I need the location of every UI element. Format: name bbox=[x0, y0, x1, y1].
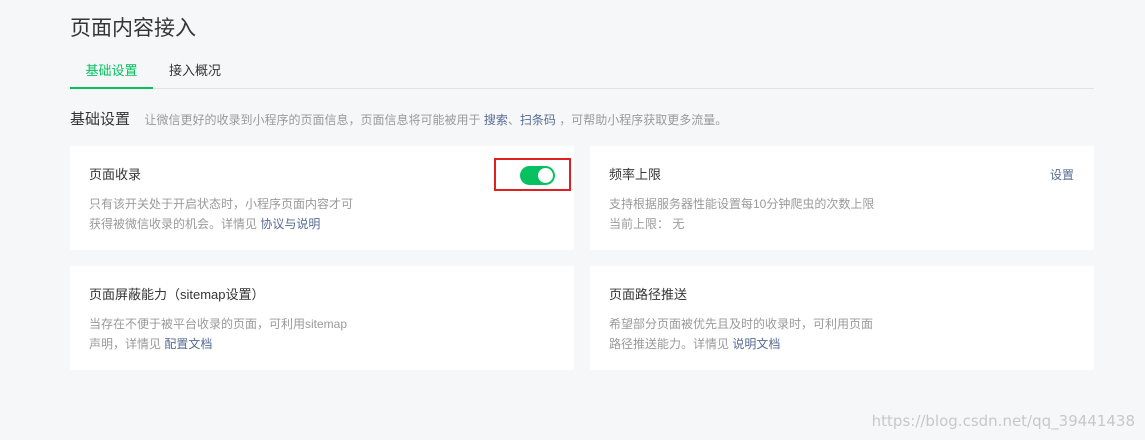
rate-limit-settings-button[interactable]: 设置 bbox=[1050, 166, 1074, 183]
config-doc-link[interactable]: 配置文档 bbox=[164, 337, 212, 351]
page-index-desc-line2-wrap: 获得被微信收录的机会。详情见 协议与说明 bbox=[89, 214, 369, 234]
highlight-annotation-box bbox=[494, 158, 571, 191]
path-push-desc-line2: 路径推送能力。详情见 bbox=[609, 337, 730, 351]
tab-bar: 基础设置 接入概况 bbox=[70, 60, 1094, 89]
protocol-link[interactable]: 协议与说明 bbox=[260, 217, 320, 231]
sitemap-desc-line2: 声明，详情见 bbox=[89, 337, 162, 351]
sitemap-description: 当存在不便于被平台收录的页面，可利用sitemap 声明，详情见 配置文档 bbox=[89, 314, 369, 354]
sitemap-desc-line2-wrap: 声明，详情见 配置文档 bbox=[89, 334, 369, 354]
section-desc-suffix: ，可帮助小程序获取更多流量。 bbox=[559, 113, 728, 127]
tab-basic-settings[interactable]: 基础设置 bbox=[70, 60, 153, 89]
section-desc-prefix: 让微信更好的收录到小程序的页面信息，页面信息将可能被用于 bbox=[144, 113, 481, 127]
section-desc-sep: 、 bbox=[507, 113, 520, 127]
scan-code-link[interactable]: 扫条码 bbox=[520, 113, 556, 127]
tab-access-overview[interactable]: 接入概况 bbox=[169, 60, 221, 87]
section-header: 基础设置 让微信更好的收录到小程序的页面信息，页面信息将可能被用于 搜索、扫条码… bbox=[70, 108, 727, 129]
page-index-description: 只有该开关处于开启状态时，小程序页面内容才可 获得被微信收录的机会。详情见 协议… bbox=[89, 194, 369, 234]
path-push-desc-line1: 希望部分页面被优先且及时的收录时，可利用页面 bbox=[609, 317, 874, 331]
explain-doc-link[interactable]: 说明文档 bbox=[732, 337, 780, 351]
rate-limit-description: 支持根据服务器性能设置每10分钟爬虫的次数上限 当前上限： 无 bbox=[609, 194, 909, 234]
path-push-description: 希望部分页面被优先且及时的收录时，可利用页面 路径推送能力。详情见 说明文档 bbox=[609, 314, 889, 354]
path-push-desc-line2-wrap: 路径推送能力。详情见 说明文档 bbox=[609, 334, 889, 354]
search-link[interactable]: 搜索 bbox=[484, 113, 508, 127]
section-description: 让微信更好的收录到小程序的页面信息，页面信息将可能被用于 搜索、扫条码 ，可帮助… bbox=[144, 113, 727, 127]
rate-limit-title: 频率上限 bbox=[609, 167, 662, 182]
section-title: 基础设置 bbox=[70, 111, 131, 128]
page-index-desc-line1: 只有该开关处于开启状态时，小程序页面内容才可 bbox=[89, 197, 354, 211]
rate-limit-card: 频率上限 设置 支持根据服务器性能设置每10分钟爬虫的次数上限 当前上限： 无 bbox=[590, 146, 1094, 250]
page-index-title: 页面收录 bbox=[89, 167, 142, 182]
watermark-text: https://blog.csdn.net/qq_39441438 bbox=[871, 412, 1135, 430]
path-push-title: 页面路径推送 bbox=[609, 287, 688, 302]
sitemap-card: 页面屏蔽能力（sitemap设置） 当存在不便于被平台收录的页面，可利用site… bbox=[70, 266, 574, 370]
rate-limit-current: 当前上限： 无 bbox=[609, 217, 685, 231]
sitemap-desc-line1: 当存在不便于被平台收录的页面，可利用sitemap bbox=[89, 317, 348, 331]
rate-limit-desc-line1: 支持根据服务器性能设置每10分钟爬虫的次数上限 bbox=[609, 197, 875, 211]
path-push-card: 页面路径推送 希望部分页面被优先且及时的收录时，可利用页面 路径推送能力。详情见… bbox=[590, 266, 1094, 370]
page-index-desc-line2: 获得被微信收录的机会。详情见 bbox=[89, 217, 258, 231]
sitemap-title: 页面屏蔽能力（sitemap设置） bbox=[89, 287, 265, 302]
page-title: 页面内容接入 bbox=[70, 17, 196, 40]
